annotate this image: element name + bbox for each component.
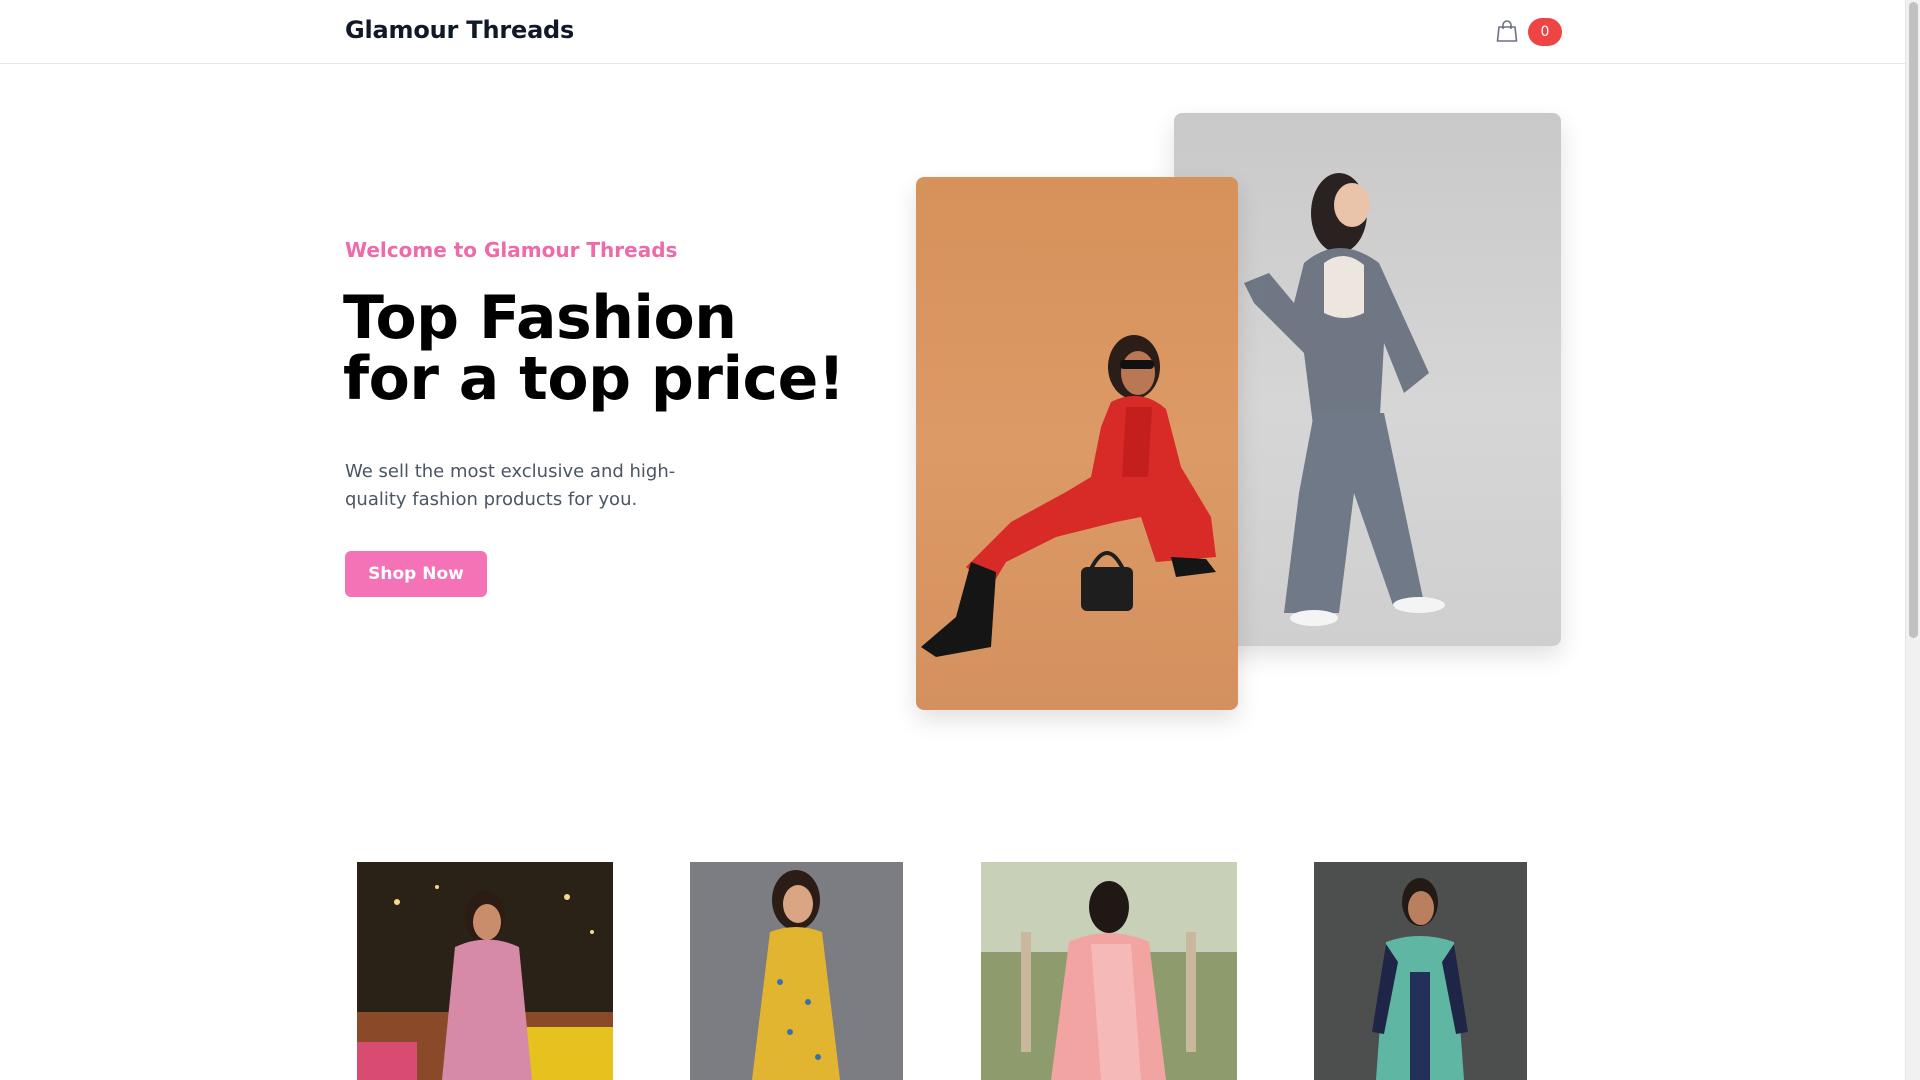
hero-eyebrow: Welcome to Glamour Threads: [345, 238, 678, 262]
product-image-teal-kurta[interactable]: [1314, 862, 1527, 1080]
brand-logo[interactable]: Glamour Threads: [345, 16, 574, 44]
shopping-bag-icon[interactable]: [1496, 19, 1518, 43]
cart-count-badge[interactable]: 0: [1528, 18, 1562, 46]
hero-photo-red-outfit: [916, 177, 1238, 710]
hero-headline: Top Fashion for a top price!: [343, 288, 903, 410]
scrollbar-thumb[interactable]: [1909, 2, 1918, 638]
hero-headline-line1: Top Fashion: [343, 283, 737, 353]
product-image-yellow-dress[interactable]: [690, 862, 903, 1080]
product-image-peach-suit[interactable]: [981, 862, 1237, 1080]
product-image-pink-kurta[interactable]: [357, 862, 613, 1080]
hero-headline-line2: for a top price!: [343, 344, 845, 414]
page-scrollbar[interactable]: [1905, 0, 1920, 1080]
hero-subtext: We sell the most exclusive and high-qual…: [345, 461, 676, 510]
shop-now-button[interactable]: Shop Now: [345, 551, 487, 597]
site-header: Glamour Threads 0: [0, 0, 1905, 64]
